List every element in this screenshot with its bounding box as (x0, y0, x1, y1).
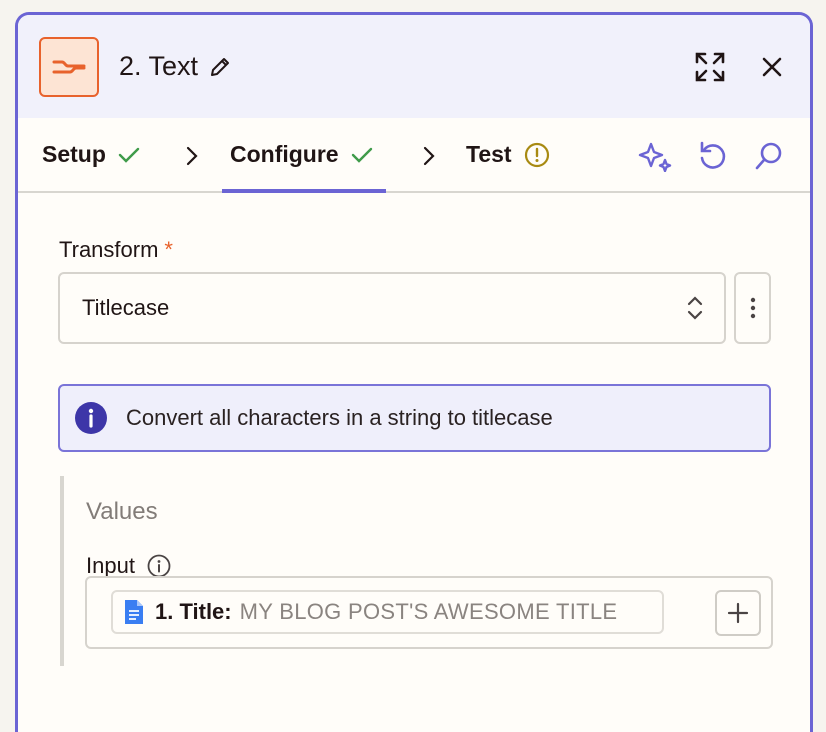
tab-configure[interactable]: Configure (222, 118, 386, 193)
transform-select[interactable]: Titlecase (58, 272, 726, 344)
values-title: Values (86, 498, 158, 525)
pill-label: 1. Title: (155, 599, 232, 624)
values-group: Values Input 1. Title: MY BLOG POST'S AW… (60, 476, 773, 666)
close-icon[interactable] (762, 57, 782, 82)
input-field[interactable]: 1. Title: MY BLOG POST'S AWESOME TITLE (85, 576, 773, 649)
tab-setup[interactable]: Setup (42, 118, 140, 191)
refresh-icon[interactable] (698, 140, 728, 177)
step-tabs: Setup Configure Test (18, 118, 810, 193)
tab-label: Configure (230, 141, 339, 167)
check-icon (351, 146, 373, 164)
tab-label: Test (466, 141, 512, 167)
chevron-right-icon (186, 146, 198, 171)
transform-value: Titlecase (82, 295, 170, 320)
warning-icon (524, 142, 550, 168)
help-info-icon[interactable] (147, 554, 171, 578)
pencil-icon[interactable] (208, 55, 232, 79)
transform-label: Transform * (59, 237, 173, 262)
pill-value: MY BLOG POST'S AWESOME TITLE (239, 599, 618, 624)
mapped-field-pill[interactable]: 1. Title: MY BLOG POST'S AWESOME TITLE (111, 590, 664, 634)
step-header: 2. Text (18, 15, 810, 118)
sparkle-icon[interactable] (638, 140, 672, 177)
check-icon (118, 146, 140, 164)
plus-icon (727, 602, 749, 624)
more-options-button[interactable] (734, 272, 771, 344)
info-banner: Convert all characters in a string to ti… (58, 384, 771, 452)
tab-label: Setup (42, 141, 106, 167)
step-title: 2. Text (119, 51, 199, 81)
chevron-updown-icon (686, 294, 704, 328)
expand-icon[interactable] (694, 51, 726, 88)
chevron-right-icon (423, 146, 435, 171)
info-text: Convert all characters in a string to ti… (126, 405, 553, 430)
kebab-icon (750, 297, 755, 319)
text-formatter-icon (39, 36, 99, 97)
info-icon (74, 401, 108, 435)
tab-test[interactable]: Test (466, 118, 550, 191)
required-mark: * (164, 237, 173, 262)
add-value-button[interactable] (715, 590, 761, 636)
google-docs-icon (123, 598, 145, 626)
search-icon[interactable] (754, 141, 784, 176)
step-editor-panel: 2. Text Setup Configure Test Transform *… (15, 12, 813, 732)
